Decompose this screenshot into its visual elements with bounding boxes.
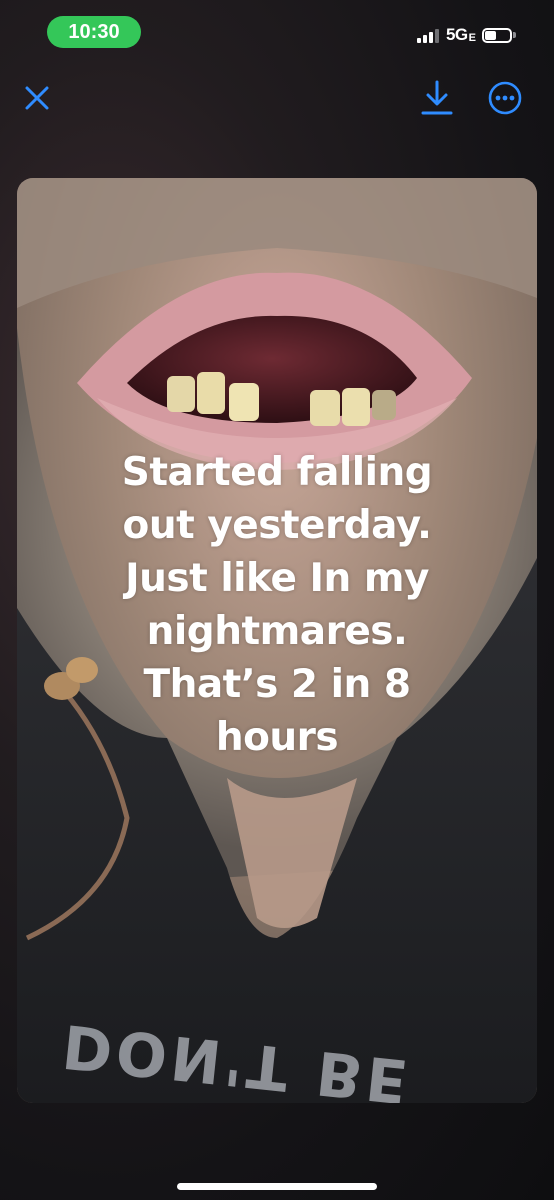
more-options-button[interactable] bbox=[485, 78, 525, 118]
caption-line: out yesterday. bbox=[122, 503, 432, 548]
download-button[interactable] bbox=[417, 78, 457, 118]
status-time: 10:30 bbox=[47, 16, 141, 48]
status-indicators: 5G E bbox=[416, 25, 516, 45]
story-caption: Started falling out yesterday. Just like… bbox=[37, 446, 517, 764]
battery-icon bbox=[482, 27, 512, 43]
battery-cap bbox=[513, 32, 516, 38]
caption-line: Started falling bbox=[121, 450, 433, 495]
caption-line: That’s 2 in 8 bbox=[143, 662, 412, 707]
close-icon bbox=[25, 86, 49, 110]
network-type: 5G bbox=[445, 25, 468, 44]
caption-line: Just like In my bbox=[125, 556, 429, 601]
close-button[interactable] bbox=[17, 78, 57, 118]
more-options-icon bbox=[488, 81, 522, 115]
battery-level bbox=[485, 30, 496, 40]
home-indicator[interactable] bbox=[177, 1183, 377, 1190]
download-icon bbox=[421, 80, 453, 115]
cellular-signal-icon bbox=[416, 28, 441, 43]
caption-line: nightmares. bbox=[146, 609, 408, 654]
caption-line: hours bbox=[215, 715, 339, 760]
story-media[interactable]: DON'T BE Started falling out yesterday. … bbox=[17, 178, 537, 1103]
network-type-suffix: E bbox=[468, 31, 476, 44]
